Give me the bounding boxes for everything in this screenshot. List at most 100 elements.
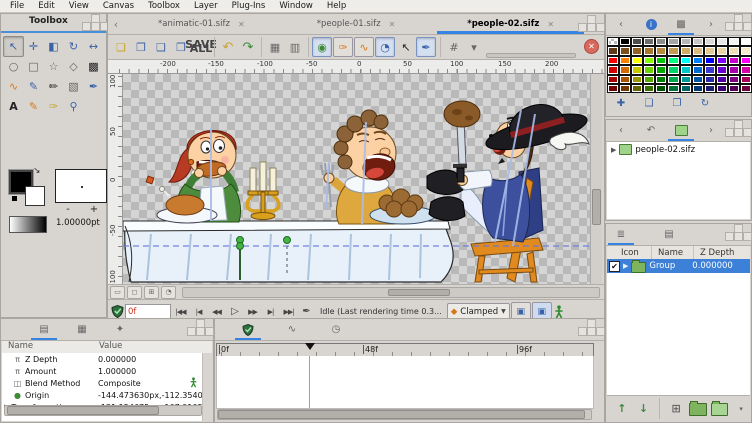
- tab-keyframes-track[interactable]: ◷: [321, 319, 351, 340]
- palette-swatch[interactable]: [692, 56, 704, 65]
- canvas-vertical-scrollbar[interactable]: [590, 74, 602, 284]
- ungroup-layers-button[interactable]: [711, 403, 729, 416]
- palette-swatch[interactable]: [667, 75, 679, 84]
- polygon-tool-button[interactable]: ◇: [63, 56, 84, 77]
- undo-button[interactable]: ↶: [218, 37, 238, 57]
- toggle-onion-skin-button[interactable]: ◔: [161, 286, 176, 299]
- show-grid-button[interactable]: #: [444, 37, 464, 57]
- raise-layer-button[interactable]: ↑: [613, 400, 631, 417]
- menu-layer[interactable]: Layer: [187, 1, 225, 11]
- palette-swatch[interactable]: [740, 84, 752, 93]
- eyedrop-tool-button[interactable]: ✒: [83, 76, 104, 97]
- static-toggle-icon[interactable]: [189, 377, 198, 388]
- mirror-tool-button[interactable]: ◧: [43, 36, 64, 57]
- tab-people-02[interactable]: *people-02.sifz ✕: [433, 14, 588, 34]
- vertical-ruler[interactable]: 100 50 0 -50 -100: [108, 74, 123, 284]
- tab-palette[interactable]: ▩: [666, 14, 696, 35]
- decrease-width-button[interactable]: -: [61, 204, 75, 215]
- swap-colors-icon[interactable]: ↘: [33, 166, 41, 176]
- palette-swatch[interactable]: [619, 37, 631, 46]
- panel-next-button[interactable]: ›: [696, 120, 726, 141]
- save-all-button[interactable]: SAVE ALL: [191, 37, 211, 57]
- current-time-field[interactable]: [125, 304, 171, 319]
- palette-swatch[interactable]: [655, 65, 667, 74]
- palette-swatch[interactable]: [704, 46, 716, 55]
- palette-swatch[interactable]: [643, 46, 655, 55]
- render-button[interactable]: ▦: [265, 37, 285, 57]
- palette-swatch[interactable]: [607, 46, 619, 55]
- param-row-blend-method[interactable]: ◫ Blend Method Composite: [2, 377, 212, 389]
- increase-width-button[interactable]: +: [87, 204, 101, 215]
- palette-swatch[interactable]: [716, 46, 728, 55]
- palette-swatch[interactable]: [740, 75, 752, 84]
- palette-swatch[interactable]: [643, 75, 655, 84]
- new-document-button[interactable]: ❏: [111, 37, 131, 57]
- width-tool-button[interactable]: ✎: [23, 96, 44, 117]
- param-value[interactable]: 1.000000: [98, 367, 136, 376]
- pen-mode-button[interactable]: ✒: [416, 37, 436, 57]
- panel-next-button[interactable]: ›: [696, 14, 726, 35]
- toggle-grid-button[interactable]: ▭: [110, 286, 125, 299]
- palette-swatch[interactable]: [692, 37, 704, 46]
- timetrack-body[interactable]: [216, 356, 594, 409]
- palette-swatch[interactable]: [619, 65, 631, 74]
- palette-swatch[interactable]: [716, 84, 728, 93]
- palette-swatch[interactable]: [728, 46, 740, 55]
- palette-swatch[interactable]: [655, 56, 667, 65]
- palette-swatch[interactable]: [667, 46, 679, 55]
- zoom-tool-button[interactable]: ⚲: [63, 96, 84, 117]
- palette-swatch[interactable]: [728, 65, 740, 74]
- palette-swatch[interactable]: [667, 84, 679, 93]
- drawing-canvas[interactable]: [123, 74, 590, 284]
- tab-history[interactable]: ↶: [636, 120, 666, 141]
- lower-layer-button[interactable]: ↓: [635, 400, 653, 417]
- rotate-tool-button[interactable]: ↻: [63, 36, 84, 57]
- bone-setup-icon[interactable]: [553, 305, 565, 319]
- scrollbar-thumb[interactable]: [592, 189, 601, 225]
- transform-tool-button[interactable]: ↖: [3, 36, 24, 57]
- palette-swatch[interactable]: [692, 46, 704, 55]
- palette-swatch[interactable]: [704, 84, 716, 93]
- palette-swatch[interactable]: [667, 56, 679, 65]
- palette-swatch[interactable]: [655, 84, 667, 93]
- palette-swatch[interactable]: [740, 46, 752, 55]
- palette-swatch[interactable]: [704, 37, 716, 46]
- tab-timetrack[interactable]: [233, 319, 263, 340]
- palette-swatch[interactable]: [728, 56, 740, 65]
- palette-swatch[interactable]: [728, 84, 740, 93]
- palette-swatch[interactable]: [680, 84, 692, 93]
- open-document-button[interactable]: ❐: [131, 37, 151, 57]
- palette-swatch[interactable]: [692, 84, 704, 93]
- palette-swatch[interactable]: [692, 75, 704, 84]
- param-row-amount[interactable]: π Amount 1.000000: [2, 365, 212, 377]
- duplicate-layer-button[interactable]: ⊞: [667, 400, 685, 417]
- palette-swatch[interactable]: [716, 56, 728, 65]
- scale-tool-button[interactable]: ↔: [83, 36, 104, 57]
- scrollbar-thumb[interactable]: [218, 410, 585, 419]
- toggle-position-ducks-button[interactable]: ◉: [312, 37, 332, 57]
- toggle-tangent-ducks-button[interactable]: ∿: [354, 37, 374, 57]
- tab-animatic-01[interactable]: *animatic-01.sifz ✕: [124, 14, 279, 34]
- scrollbar-thumb[interactable]: [388, 289, 450, 296]
- param-row-origin[interactable]: ● Origin -144.473630px,-112.3540: [2, 389, 212, 401]
- palette-swatch[interactable]: [619, 75, 631, 84]
- panel-prev-button[interactable]: ‹: [606, 120, 636, 141]
- add-color-button[interactable]: ✚: [612, 96, 630, 110]
- palette-swatch[interactable]: [631, 56, 643, 65]
- palette-swatch[interactable]: [607, 37, 619, 46]
- palette-swatch[interactable]: [740, 56, 752, 65]
- layer-row-group[interactable]: ✔ ▶ Group 0.000000: [607, 259, 750, 273]
- save-palette-button[interactable]: ❑: [640, 96, 658, 110]
- palette-swatch[interactable]: [680, 75, 692, 84]
- palette-swatch[interactable]: [619, 56, 631, 65]
- expander-icon[interactable]: ▶: [623, 262, 628, 270]
- palette-swatch[interactable]: [643, 56, 655, 65]
- menu-window[interactable]: Window: [272, 1, 320, 11]
- palette-swatch[interactable]: [643, 65, 655, 74]
- canvas-tree-item[interactable]: ▶ people-02.sifz: [607, 142, 750, 155]
- grid-options-dropdown[interactable]: ▾: [464, 37, 484, 57]
- palette-swatch[interactable]: [728, 37, 740, 46]
- palette-swatch[interactable]: [680, 46, 692, 55]
- scrollbar-thumb[interactable]: [7, 406, 159, 415]
- tab-close-icon[interactable]: ✕: [547, 20, 554, 29]
